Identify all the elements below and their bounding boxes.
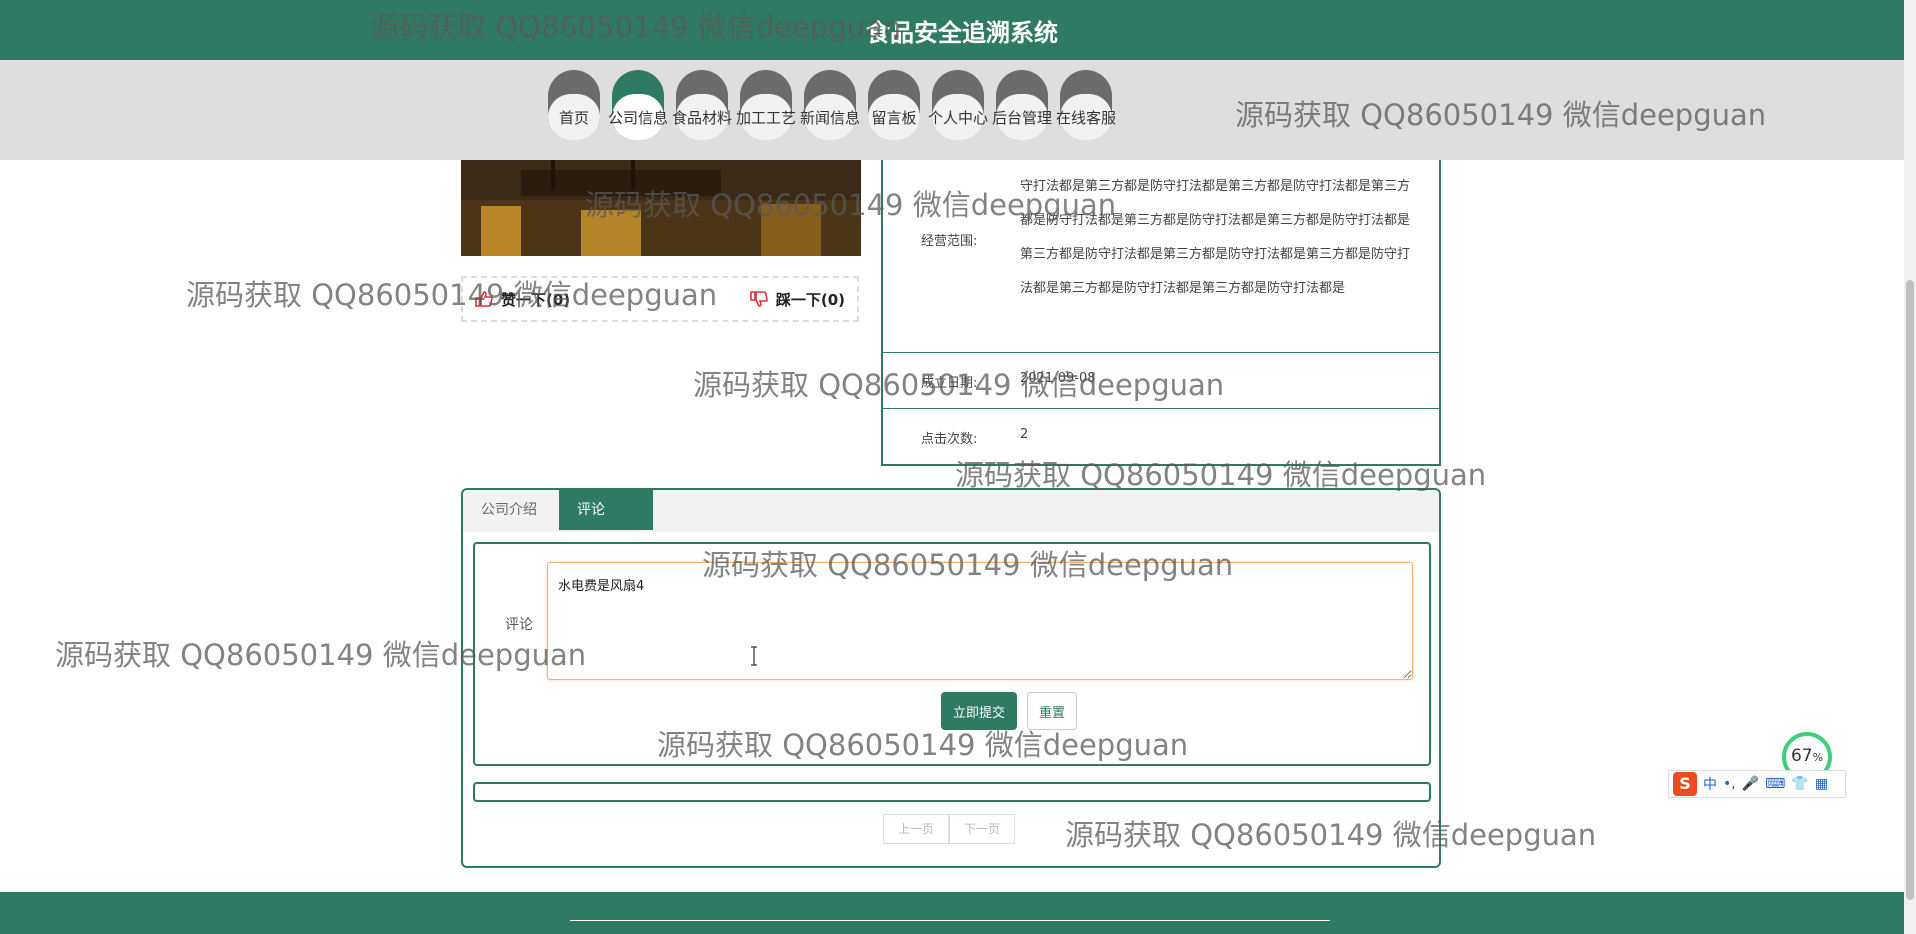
nav-item-company-info[interactable]: 公司信息 bbox=[608, 70, 668, 140]
comment-label: 评论 bbox=[505, 617, 533, 633]
nav-item-personal-center[interactable]: 个人中心 bbox=[928, 70, 988, 140]
nav-item-admin[interactable]: 后台管理 bbox=[992, 70, 1052, 140]
pager: 上一页 下一页 bbox=[883, 814, 1016, 844]
dislike-button[interactable]: 踩一下(0) bbox=[750, 289, 845, 310]
nav-item-home[interactable]: 首页 bbox=[548, 70, 600, 140]
site-title: 食品安全追溯系统 bbox=[866, 18, 1058, 47]
tabs-panel: 公司介绍 评论 评论 立即提交 重置 上一页 下一页 bbox=[461, 488, 1441, 868]
scrollbar[interactable] bbox=[1904, 0, 1916, 934]
ime-mic-icon[interactable]: 🎤 bbox=[1742, 776, 1759, 792]
ime-lang[interactable]: 中 bbox=[1703, 774, 1717, 794]
prev-page-button[interactable]: 上一页 bbox=[883, 814, 950, 844]
ime-apps-icon[interactable]: ▦ bbox=[1815, 776, 1828, 792]
text-cursor-icon bbox=[751, 646, 757, 666]
sogou-logo-icon: S bbox=[1673, 772, 1697, 796]
tab-comments[interactable]: 评论 bbox=[559, 490, 653, 530]
ime-toolbar[interactable]: S 中 •, 🎤 ⌨ 👕 ▦ bbox=[1668, 770, 1846, 798]
tab-bar: 公司介绍 评论 bbox=[463, 490, 1439, 532]
top-header-bar: 食品安全追溯系统 bbox=[0, 0, 1904, 60]
ime-punct[interactable]: •, bbox=[1723, 776, 1736, 792]
thumbs-up-icon bbox=[475, 291, 493, 307]
nav-item-processing[interactable]: 加工工艺 bbox=[736, 70, 796, 140]
footer bbox=[0, 892, 1904, 934]
comment-input[interactable] bbox=[547, 562, 1413, 680]
main-nav: 首页 公司信息 食品材料 加工工艺 新闻信息 留言板 个人中心 后台管理 在线客… bbox=[548, 70, 1116, 140]
comment-form: 评论 立即提交 重置 bbox=[473, 542, 1431, 766]
ime-skin-icon[interactable]: 👕 bbox=[1791, 776, 1808, 792]
clicks-label: 点击次数: bbox=[921, 432, 978, 447]
footer-divider bbox=[570, 920, 1330, 921]
dislike-label: 踩一下(0) bbox=[775, 290, 845, 309]
clicks-value: 2 bbox=[1020, 427, 1029, 442]
nav-item-news[interactable]: 新闻信息 bbox=[800, 70, 860, 140]
widget-value: 67 bbox=[1790, 746, 1813, 766]
date-value: 2021-09-08 bbox=[1020, 371, 1096, 386]
nav-item-message-board[interactable]: 留言板 bbox=[868, 70, 920, 140]
submit-button[interactable]: 立即提交 bbox=[941, 692, 1017, 730]
tab-company-intro[interactable]: 公司介绍 bbox=[463, 490, 557, 530]
info-row-date: 成立日期: 2021-09-08 bbox=[883, 352, 1439, 409]
widget-unit: % bbox=[1812, 751, 1824, 764]
vote-box: 赞一下(0) 踩一下(0) bbox=[461, 276, 859, 322]
ime-keyboard-icon[interactable]: ⌨ bbox=[1765, 776, 1785, 792]
scrollbar-thumb[interactable] bbox=[1906, 280, 1914, 900]
info-row-scope: 经营范围: 守打法都是第三方都是防守打法都是第三方都是防守打法都是第三方都是防守… bbox=[883, 160, 1439, 353]
scope-label: 经营范围: bbox=[921, 234, 978, 249]
nav-item-food-materials[interactable]: 食品材料 bbox=[672, 70, 732, 140]
next-page-button[interactable]: 下一页 bbox=[949, 814, 1016, 844]
info-row-clicks: 点击次数: 2 bbox=[883, 408, 1439, 464]
comments-list bbox=[473, 782, 1431, 802]
company-photo bbox=[461, 160, 861, 256]
reset-button[interactable]: 重置 bbox=[1027, 692, 1077, 730]
company-info-card: 经营范围: 守打法都是第三方都是防守打法都是第三方都是防守打法都是第三方都是防守… bbox=[881, 160, 1441, 466]
like-label: 赞一下(0) bbox=[501, 290, 571, 309]
like-button[interactable]: 赞一下(0) bbox=[475, 289, 570, 310]
thumbs-down-icon bbox=[750, 291, 768, 307]
nav-item-online-service[interactable]: 在线客服 bbox=[1056, 70, 1116, 140]
scope-value: 守打法都是第三方都是防守打法都是第三方都是防守打法都是第三方都是防守打法都是第三… bbox=[1020, 179, 1411, 296]
date-label: 成立日期: bbox=[921, 376, 978, 391]
